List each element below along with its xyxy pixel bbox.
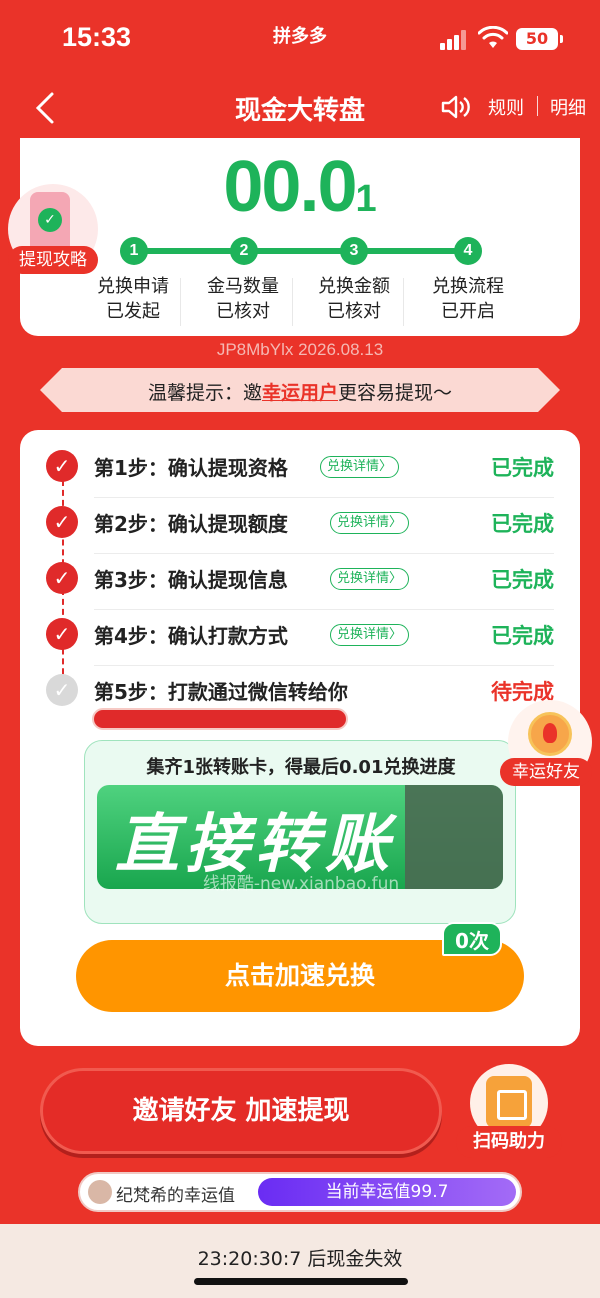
step-status: 已完成 — [491, 512, 554, 536]
wifi-icon — [478, 26, 508, 48]
luck-label: 纪梵希的幸运值 — [116, 1186, 235, 1206]
tip-banner: 温馨提示：邀幸运用户更容易提现～ — [40, 368, 560, 412]
step-title: 第2步：确认提现额度 — [94, 512, 288, 536]
step-row-4: ✓ 第4步：确认打款方式 兑换详情〉 已完成 — [46, 610, 554, 666]
amount-card: 00.01 1 2 3 4 兑换申请 已发起 金马数量 已核对 兑换金额 已核对… — [20, 138, 580, 336]
luck-meter: 当前幸运值99.7 — [258, 1178, 516, 1206]
status-bar: 15:33 拼多多 50 — [0, 0, 600, 78]
step-detail-pill[interactable]: 兑换详情〉 — [320, 456, 400, 478]
qr-code-icon — [486, 1076, 532, 1128]
progress-step-4: 兑换流程 已开启 — [413, 274, 523, 324]
count-badge: 0次 — [442, 922, 502, 956]
progress-line — [134, 248, 470, 254]
cash-amount: 00.01 — [20, 146, 580, 228]
progress-step-status: 已发起 — [106, 301, 160, 322]
check-icon: ✓ — [46, 450, 78, 482]
progress-step-title: 兑换申请 — [97, 276, 169, 297]
transfer-card-box: 集齐1张转账卡，得最后0.01兑换进度 直接转账 线报酷-new.xianbao… — [84, 740, 516, 924]
progress-node-2: 2 — [230, 237, 258, 265]
tip-highlight-link[interactable]: 幸运用户 — [262, 382, 338, 404]
step-row-2: ✓ 第2步：确认提现额度 兑换详情〉 已完成 — [46, 498, 554, 554]
status-app-name: 拼多多 — [273, 26, 327, 47]
battery-icon: 50 — [516, 28, 563, 50]
progress-step-title: 兑换流程 — [432, 276, 504, 297]
step-status: 已完成 — [491, 624, 554, 648]
step-detail-pill[interactable]: 兑换详情〉 — [330, 624, 410, 646]
progress-step-status: 已核对 — [327, 301, 381, 322]
divider — [403, 278, 404, 326]
step-detail-pill[interactable]: 兑换详情〉 — [330, 512, 410, 534]
step-title: 第1步：确认提现资格 — [94, 456, 288, 480]
step-row-1: ✓ 第1步：确认提现资格 兑换详情〉 已完成 — [46, 442, 554, 498]
luck-bar: 纪梵希的幸运值 当前幸运值99.7 — [78, 1172, 522, 1212]
step-title: 第5步：打款通过微信转给你 — [94, 680, 348, 704]
rules-link[interactable]: 规则 — [488, 94, 524, 120]
home-indicator — [194, 1278, 408, 1285]
check-icon: ✓ — [46, 618, 78, 650]
nav-divider — [537, 96, 538, 116]
step-status: 已完成 — [491, 568, 554, 592]
check-icon: ✓ — [46, 506, 78, 538]
withdraw-guide-label[interactable]: 提现攻略 — [8, 246, 98, 274]
tip-prefix: 温馨提示：邀 — [147, 382, 262, 404]
watermark: 线报酷-new.xianbao.fun — [202, 874, 400, 894]
step-status: 已完成 — [491, 456, 554, 480]
nav-bar: 现金大转盘 规则 明细 — [0, 78, 600, 138]
detail-link[interactable]: 明细 — [550, 94, 586, 120]
sound-icon[interactable] — [440, 92, 470, 122]
progress-step-3: 兑换金额 已核对 — [299, 274, 409, 324]
step-row-3: ✓ 第3步：确认提现信息 兑换详情〉 已完成 — [46, 554, 554, 610]
invite-friends-button[interactable]: 邀请好友 加速提现 — [40, 1068, 442, 1154]
progress-step-status: 已核对 — [216, 301, 270, 322]
check-icon: ✓ — [46, 674, 78, 706]
progress-step-title: 金马数量 — [207, 276, 279, 297]
progress-node-3: 3 — [340, 237, 368, 265]
check-icon: ✓ — [46, 562, 78, 594]
step-title: 第4步：确认打款方式 — [94, 624, 288, 648]
step-title: 第3步：确认提现信息 — [94, 568, 288, 592]
transfer-caption: 集齐1张转账卡，得最后0.01兑换进度 — [146, 757, 456, 778]
transfer-progress-bar — [92, 708, 348, 730]
divider — [292, 278, 293, 326]
avatar — [88, 1180, 112, 1204]
signal-icon — [440, 30, 468, 50]
progress-node-1: 1 — [120, 237, 148, 265]
progress-step-2: 金马数量 已核对 — [188, 274, 298, 324]
progress-node-4: 4 — [454, 237, 482, 265]
lucky-friend-label[interactable]: 幸运好友 — [500, 758, 592, 786]
tip-suffix: 更容易提现～ — [338, 382, 453, 404]
user-icon — [528, 712, 572, 756]
divider — [180, 278, 181, 326]
progress-step-status: 已开启 — [441, 301, 495, 322]
cash-amount-main: 00.0 — [223, 147, 357, 227]
scan-help-label[interactable]: 扫码助力 — [456, 1126, 562, 1158]
progress-step-title: 兑换金额 — [318, 276, 390, 297]
step-detail-pill[interactable]: 兑换详情〉 — [330, 568, 410, 590]
countdown-text: 23:20:30:7 后现金失效 — [197, 1248, 403, 1270]
tip-text: 温馨提示：邀幸运用户更容易提现～ — [62, 378, 538, 405]
order-code: JP8MbYlx 2026.08.13 — [216, 340, 384, 359]
cash-amount-tail: 1 — [355, 178, 377, 220]
progress-step-1: 兑换申请 已发起 — [78, 274, 188, 324]
wechat-icon: ✓ — [38, 208, 62, 232]
